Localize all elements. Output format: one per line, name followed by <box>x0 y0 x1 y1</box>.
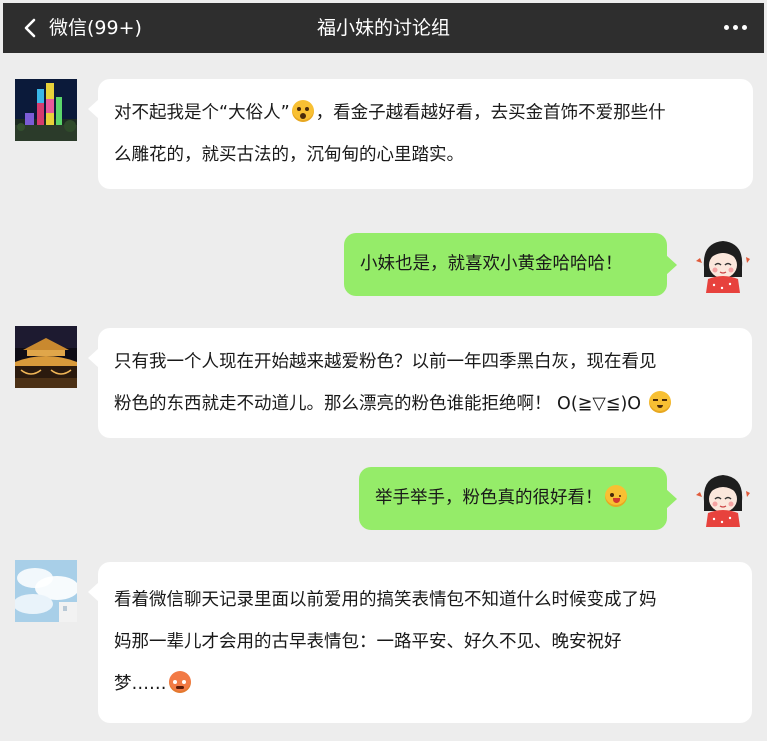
message-bubble[interactable]: 对不起我是个“大俗人” ，看金子越看越好看，去买金首饰不爱那些什 么雕花的，就买古… <box>88 79 753 189</box>
overheated-face-emoji <box>168 671 191 693</box>
message-text-line: 梦…… <box>114 674 167 694</box>
message-text-line: 只有我一个人现在开始越来越爱粉色？以前一年四季黑白灰，现在看见 <box>114 352 657 372</box>
top-navigation-bar: 微信(99+) 福小妹的讨论组 <box>3 3 764 53</box>
message-text: 举手举手，粉色真的很好看！ <box>375 488 603 508</box>
message-text: 对不起我是个“大俗人” ，看金子越看越好看，去买金首饰不爱那些什 么雕花的，就买古… <box>114 92 737 176</box>
surprised-face-emoji <box>291 100 314 122</box>
bubble-tail <box>88 348 99 368</box>
sky-avatar[interactable] <box>15 560 77 622</box>
message-text-line: 妈那一辈儿才会用的古早表情包：一路平安、好久不见、晚安祝好 <box>114 632 622 652</box>
cartoon-girl-avatar[interactable] <box>692 233 754 295</box>
message-text-line: ，看金子越看越好看，去买金首饰不爱那些什 <box>315 103 666 123</box>
city-night-avatar[interactable] <box>15 79 77 141</box>
message-text: 看着微信聊天记录里面以前爱用的搞笑表情包不知道什么时候变成了妈 妈那一辈儿才会用… <box>114 579 736 705</box>
chat-window: 微信(99+) 福小妹的讨论组 对不起我是个“大俗人” ，看金子越看越好看，去买… <box>0 0 767 741</box>
chat-title: 福小妹的讨论组 <box>316 17 450 39</box>
bubble-tail <box>666 489 677 509</box>
message-text: 只有我一个人现在开始越来越爱粉色？以前一年四季黑白灰，现在看见 粉色的东西就走不… <box>114 341 736 425</box>
cartoon-girl-avatar[interactable] <box>692 467 754 529</box>
message-text-line: 对不起我是个“大俗人” <box>114 103 290 123</box>
message-text-line: 看着微信聊天记录里面以前爱用的搞笑表情包不知道什么时候变成了妈 <box>114 590 657 610</box>
blushing-face-emoji <box>648 391 671 413</box>
bubble-tail <box>88 99 99 119</box>
message-bubble[interactable]: 只有我一个人现在开始越来越爱粉色？以前一年四季黑白灰，现在看见 粉色的东西就走不… <box>88 328 752 438</box>
message-text: 小妹也是，就喜欢小黄金哈哈哈！ <box>360 254 623 274</box>
message-bubble-sent[interactable]: 举手举手，粉色真的很好看！ <box>359 467 677 530</box>
message-text-line: 粉色的东西就走不动道儿。那么漂亮的粉色谁能拒绝啊！ O(≧▽≦)O <box>114 394 642 414</box>
more-dots-icon[interactable] <box>724 25 748 31</box>
message-bubble[interactable]: 看着微信聊天记录里面以前爱用的搞笑表情包不知道什么时候变成了妈 妈那一辈儿才会用… <box>88 562 752 723</box>
bridge-night-avatar[interactable] <box>15 326 77 388</box>
message-list: 对不起我是个“大俗人” ，看金子越看越好看，去买金首饰不爱那些什 么雕花的，就买古… <box>3 53 764 741</box>
bubble-tail <box>666 255 677 275</box>
bubble-tail <box>88 582 99 602</box>
winking-tongue-face-emoji <box>604 485 627 507</box>
message-text-line: 么雕花的，就买古法的，沉甸甸的心里踏实。 <box>114 145 464 165</box>
message-bubble-sent[interactable]: 小妹也是，就喜欢小黄金哈哈哈！ <box>344 233 677 296</box>
